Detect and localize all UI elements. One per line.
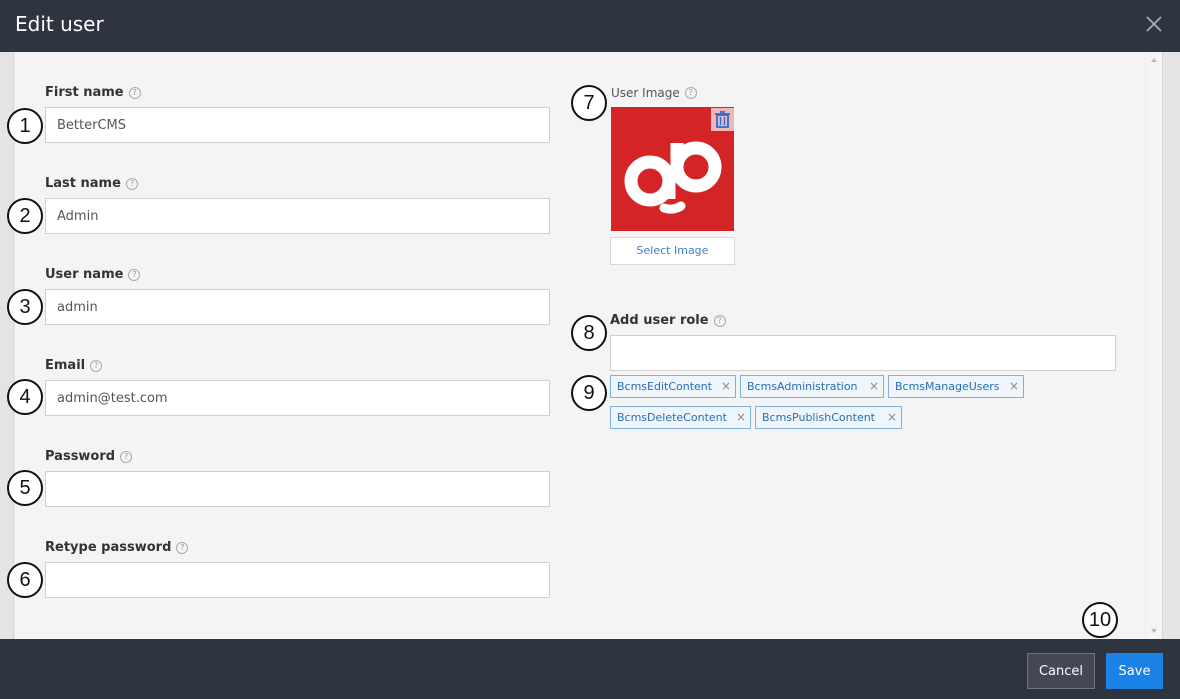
annotation-marker-10: 10 xyxy=(1082,602,1118,638)
annotation-marker-1: 1 xyxy=(7,108,43,144)
help-circle-icon[interactable]: ? xyxy=(120,450,133,463)
role-tag: BcmsAdministration × xyxy=(740,375,884,398)
remove-tag-icon[interactable]: × xyxy=(887,407,897,428)
email-input[interactable] xyxy=(45,380,550,416)
scroll-down-arrow-icon[interactable] xyxy=(1151,629,1157,633)
annotation-marker-8: 8 xyxy=(571,315,607,351)
first-name-label: First name? xyxy=(45,85,141,100)
help-circle-icon[interactable]: ? xyxy=(128,86,141,99)
close-icon[interactable] xyxy=(1144,14,1164,34)
add-user-role-input[interactable] xyxy=(610,335,1116,371)
right-rail xyxy=(1162,52,1180,639)
select-image-button[interactable]: Select Image xyxy=(610,237,735,265)
help-circle-icon[interactable]: ? xyxy=(128,268,141,281)
first-name-input[interactable] xyxy=(45,107,550,143)
annotation-marker-3: 3 xyxy=(7,289,43,325)
user-name-label: User name? xyxy=(45,267,141,282)
annotation-marker-2: 2 xyxy=(7,198,43,234)
trash-icon[interactable] xyxy=(711,108,734,131)
remove-tag-icon[interactable]: × xyxy=(736,407,746,428)
annotation-marker-9: 9 xyxy=(571,375,607,411)
retype-password-input[interactable] xyxy=(45,562,550,598)
annotation-marker-7: 7 xyxy=(571,85,607,121)
scroll-up-arrow-icon[interactable] xyxy=(1151,58,1157,62)
help-circle-icon[interactable]: ? xyxy=(90,359,103,372)
cancel-button[interactable]: Cancel xyxy=(1027,653,1095,689)
help-circle-icon[interactable]: ? xyxy=(713,314,726,327)
remove-tag-icon[interactable]: × xyxy=(721,376,731,397)
content-scrollbar[interactable] xyxy=(1146,52,1162,639)
last-name-input[interactable] xyxy=(45,198,550,234)
dialog-footer xyxy=(0,639,1180,699)
password-input[interactable] xyxy=(45,471,550,507)
help-circle-icon[interactable]: ? xyxy=(176,541,189,554)
role-tag: BcmsManageUsers × xyxy=(888,375,1024,398)
last-name-label: Last name? xyxy=(45,176,138,191)
dialog-header: Edit user xyxy=(0,0,1180,52)
left-rail xyxy=(0,52,14,639)
help-circle-icon[interactable]: ? xyxy=(684,87,697,99)
email-label: Email? xyxy=(45,358,103,373)
annotation-marker-6: 6 xyxy=(7,562,43,598)
password-label: Password? xyxy=(45,449,133,464)
remove-tag-icon[interactable]: × xyxy=(869,376,879,397)
user-image-label: User Image? xyxy=(611,86,697,100)
remove-tag-icon[interactable]: × xyxy=(1009,376,1019,397)
role-tag: BcmsPublishContent × xyxy=(755,406,902,429)
add-user-role-label: Add user role? xyxy=(610,313,726,328)
save-button[interactable]: Save xyxy=(1106,653,1163,689)
user-name-input[interactable] xyxy=(45,289,550,325)
annotation-marker-4: 4 xyxy=(7,379,43,415)
role-tag: BcmsDeleteContent × xyxy=(610,406,751,429)
retype-password-label: Retype password? xyxy=(45,540,189,555)
dialog-title: Edit user xyxy=(15,12,104,36)
help-circle-icon[interactable]: ? xyxy=(125,177,138,190)
annotation-marker-5: 5 xyxy=(7,470,43,506)
role-tag: BcmsEditContent × xyxy=(610,375,736,398)
